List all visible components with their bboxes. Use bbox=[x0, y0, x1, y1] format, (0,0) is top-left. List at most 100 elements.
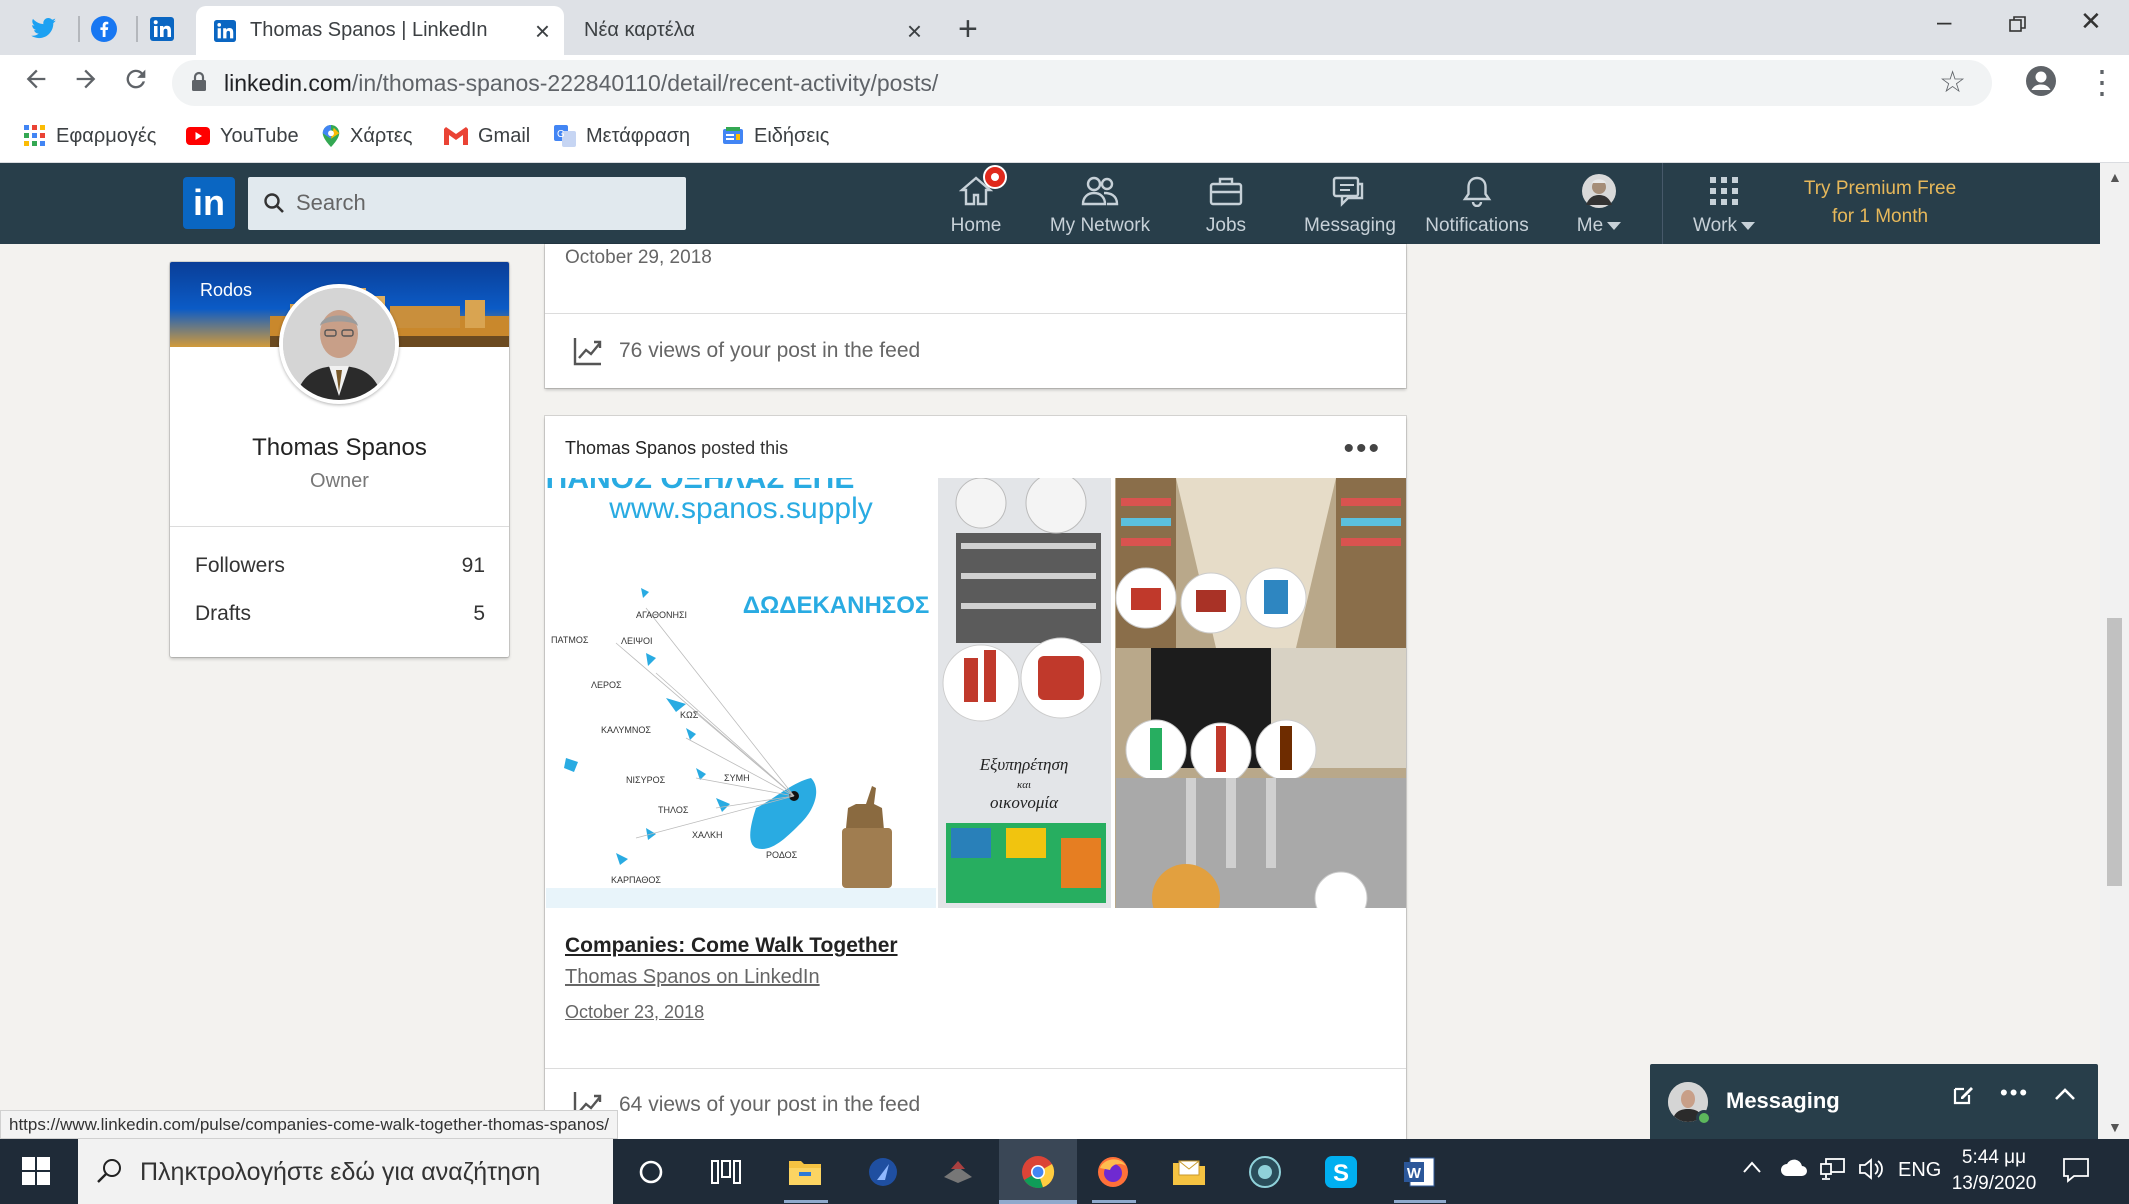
linkedin-search-bar[interactable] bbox=[248, 177, 686, 230]
messaging-title: Messaging bbox=[1726, 1088, 1840, 1113]
bookmark-apps[interactable]: Εφαρμογές bbox=[24, 119, 156, 153]
bookmark-label: Μετάφραση bbox=[586, 124, 691, 147]
tab-close-icon[interactable]: × bbox=[535, 16, 550, 47]
image-tagline-3: οικονομία bbox=[990, 793, 1059, 812]
youtube-icon bbox=[186, 127, 210, 145]
cortana-icon[interactable] bbox=[628, 1149, 674, 1195]
search-input[interactable] bbox=[296, 189, 656, 217]
try-premium-link[interactable]: Try Premium Free for 1 Month bbox=[1780, 175, 1980, 231]
taskbar-search-input[interactable] bbox=[140, 1156, 600, 1188]
tab-title: Thomas Spanos | LinkedIn bbox=[250, 19, 488, 41]
tab-close-icon[interactable]: × bbox=[907, 16, 922, 47]
scroll-down-arrow-icon[interactable]: ▼ bbox=[2108, 1119, 2122, 1135]
app-icon-globe[interactable] bbox=[1242, 1149, 1288, 1195]
compose-message-icon[interactable] bbox=[1952, 1084, 1974, 1112]
tray-chevron-up-icon[interactable] bbox=[1742, 1157, 1762, 1180]
bookmark-star-icon[interactable]: ☆ bbox=[1939, 65, 1966, 100]
taskbar-clock[interactable]: 5:44 μμ 13/9/2020 bbox=[1944, 1145, 2044, 1197]
nav-my-network[interactable]: My Network bbox=[1046, 171, 1154, 237]
address-bar[interactable]: linkedin.com/in/thomas-spanos-222840110/… bbox=[172, 60, 1992, 106]
nav-me[interactable]: Me bbox=[1566, 171, 1632, 237]
article-source-link[interactable]: Thomas Spanos on LinkedIn bbox=[565, 966, 820, 989]
translate-icon: G bbox=[554, 125, 576, 147]
clock-date: 13/9/2020 bbox=[1951, 1173, 2037, 1194]
nav-work[interactable]: Work bbox=[1688, 171, 1760, 237]
volume-icon[interactable] bbox=[1858, 1157, 1884, 1187]
linkedin-favicon-icon bbox=[214, 19, 236, 42]
home-icon bbox=[959, 165, 1007, 209]
svg-text:ΑΓΑΘΟΝΗΣΙ: ΑΓΑΘΟΝΗΣΙ bbox=[636, 610, 687, 620]
linkedin-pinned-tab[interactable] bbox=[138, 9, 186, 49]
profile-photo[interactable] bbox=[279, 284, 399, 404]
browser-menu-button[interactable]: ⋮ bbox=[2086, 63, 2118, 101]
svg-text:ΚΩΣ: ΚΩΣ bbox=[680, 710, 699, 720]
file-explorer-icon[interactable] bbox=[782, 1149, 828, 1195]
views-text: 76 views of your post in the feed bbox=[619, 339, 921, 362]
bookmark-youtube[interactable]: YouTube bbox=[186, 119, 299, 153]
article-date-link[interactable]: October 23, 2018 bbox=[565, 1002, 704, 1023]
word-icon[interactable]: W bbox=[1396, 1149, 1442, 1195]
nav-messaging[interactable]: Messaging bbox=[1300, 171, 1400, 237]
twitter-pinned-tab[interactable] bbox=[20, 9, 68, 49]
bookmarks-bar: Εφαρμογές YouTube Χάρτες Gmail G Μετάφρα… bbox=[0, 111, 2129, 163]
nav-jobs[interactable]: Jobs bbox=[1196, 171, 1256, 237]
firefox-icon[interactable] bbox=[1090, 1149, 1136, 1195]
bookmark-news[interactable]: Ειδήσεις bbox=[722, 119, 829, 153]
nav-label: My Network bbox=[1049, 215, 1151, 236]
onedrive-cloud-icon[interactable] bbox=[1780, 1159, 1808, 1183]
facebook-pinned-tab[interactable] bbox=[80, 9, 128, 49]
bookmark-translate[interactable]: G Μετάφραση bbox=[554, 119, 690, 153]
mail-folder-icon[interactable] bbox=[1166, 1149, 1212, 1195]
bookmark-maps[interactable]: Χάρτες bbox=[322, 119, 412, 153]
svg-text:ΝΙΣΥΡΟΣ: ΝΙΣΥΡΟΣ bbox=[626, 775, 666, 785]
minimize-button[interactable]: – bbox=[1937, 6, 1951, 37]
taskbar-search-box[interactable] bbox=[78, 1139, 613, 1204]
profile-name[interactable]: Thomas Spanos bbox=[170, 434, 509, 462]
windows-start-button[interactable] bbox=[22, 1157, 50, 1190]
bookmark-gmail[interactable]: Gmail bbox=[444, 119, 530, 153]
post-article-image[interactable]: ΣΠΑΝΟΣ ΟΞΗΛΑΣ ΕΠΕ www.spanos.supply ΔΩΔΕ… bbox=[546, 478, 1406, 908]
close-window-button[interactable]: ✕ bbox=[2080, 6, 2102, 37]
linkedin-logo[interactable]: in bbox=[183, 177, 235, 229]
messaging-overlay[interactable]: Messaging ••• bbox=[1650, 1064, 2098, 1139]
task-view-icon[interactable] bbox=[703, 1149, 749, 1195]
back-button[interactable] bbox=[22, 64, 50, 101]
scrollbar-thumb[interactable] bbox=[2107, 618, 2122, 886]
nav-notifications[interactable]: Notifications bbox=[1420, 171, 1534, 237]
tab-title: Νέα καρτέλα bbox=[584, 19, 695, 41]
windows-taskbar: S W ENG 5:44 μμ 13/9/2020 bbox=[0, 1139, 2129, 1204]
post-views-link[interactable]: 76 views of your post in the feed bbox=[573, 336, 920, 366]
google-news-icon bbox=[723, 127, 743, 144]
reload-button[interactable] bbox=[122, 64, 150, 101]
drafts-row[interactable]: Drafts 5 bbox=[195, 602, 485, 632]
svg-text:ΛΕΙΨΟΙ: ΛΕΙΨΟΙ bbox=[621, 636, 653, 646]
scroll-up-arrow-icon[interactable]: ▲ bbox=[2108, 169, 2122, 185]
page-scrollbar[interactable]: ▲ ▼ bbox=[2100, 163, 2129, 1139]
more-options-icon[interactable]: ••• bbox=[1343, 432, 1381, 466]
post-views-link[interactable]: 64 views of your post in the feed bbox=[573, 1090, 920, 1120]
nav-home[interactable]: Home bbox=[940, 165, 1012, 237]
messaging-more-icon[interactable]: ••• bbox=[2000, 1080, 2029, 1106]
language-indicator[interactable]: ENG bbox=[1898, 1159, 1941, 1182]
gmail-icon bbox=[444, 127, 468, 145]
app-icon-game[interactable] bbox=[935, 1149, 981, 1195]
tab-new-tab[interactable]: Νέα καρτέλα × bbox=[566, 6, 936, 55]
profile-button[interactable] bbox=[2025, 65, 2057, 105]
profile-headline: Owner bbox=[310, 470, 369, 492]
article-title-link[interactable]: Companies: Come Walk Together bbox=[565, 934, 898, 958]
post-author[interactable]: Thomas Spanos bbox=[565, 438, 696, 458]
forward-button[interactable] bbox=[72, 64, 100, 101]
twitter-icon bbox=[31, 18, 56, 39]
running-indicator bbox=[1394, 1200, 1446, 1203]
new-tab-button[interactable]: + bbox=[958, 10, 978, 49]
network-icon[interactable] bbox=[1820, 1157, 1846, 1187]
action-center-icon[interactable] bbox=[2062, 1157, 2090, 1189]
chevron-up-icon[interactable] bbox=[2054, 1082, 2076, 1108]
tab-linkedin-profile[interactable]: Thomas Spanos | LinkedIn × bbox=[196, 6, 564, 55]
chrome-icon[interactable] bbox=[1015, 1149, 1061, 1195]
url-host: linkedin.com bbox=[224, 70, 352, 96]
restore-button[interactable] bbox=[2008, 6, 2028, 41]
followers-row[interactable]: Followers 91 bbox=[195, 554, 485, 584]
skype-icon[interactable]: S bbox=[1318, 1149, 1364, 1195]
app-icon-blue[interactable] bbox=[860, 1149, 906, 1195]
